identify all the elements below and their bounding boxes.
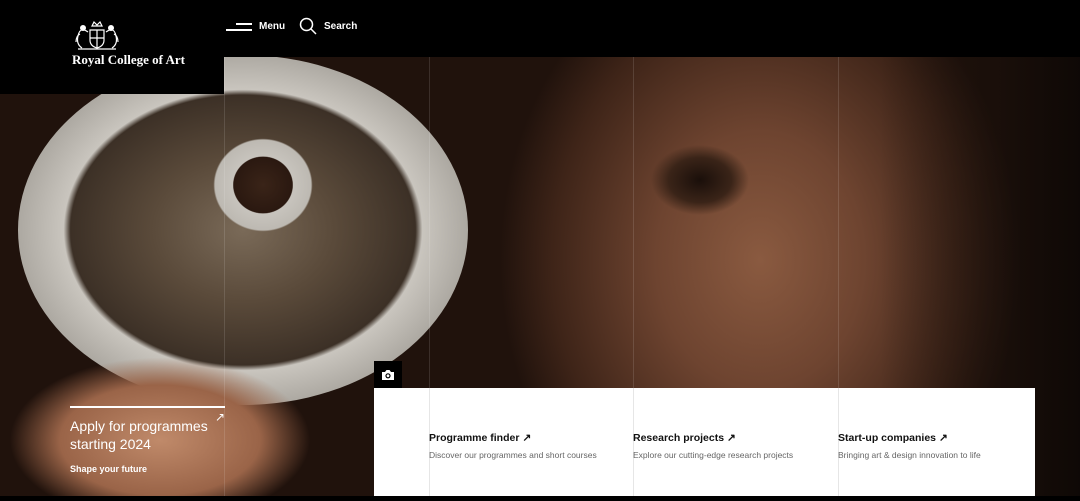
bottom-edge xyxy=(0,496,1080,501)
menu-button[interactable]: Menu xyxy=(226,16,285,36)
menu-icon xyxy=(226,20,252,32)
apply-link[interactable]: ↗ Apply for programmes starting 2024 Sha… xyxy=(70,406,225,474)
apply-divider xyxy=(70,406,225,408)
search-icon xyxy=(299,17,317,35)
arrow-up-right-icon: ↗ xyxy=(214,410,225,424)
search-label: Search xyxy=(324,20,358,32)
card-research-projects[interactable]: Research projects ↗ Explore our cutting-e… xyxy=(633,432,823,460)
card-description: Explore our cutting-edge research projec… xyxy=(633,450,794,460)
apply-subtitle: Shape your future xyxy=(70,463,148,474)
crest-logo-icon xyxy=(75,20,119,50)
card-programme-finder[interactable]: Programme finder ↗ Discover our programme… xyxy=(429,432,619,460)
camera-icon xyxy=(382,369,394,380)
arrow-up-right-icon: ↗ xyxy=(522,432,532,444)
arrow-up-right-icon: ↗ xyxy=(727,432,736,444)
card-title: Research projects ↗ xyxy=(633,432,736,444)
apply-title: Apply for programmes starting 2024 xyxy=(70,417,208,452)
card-title: Start-up companies ↗ xyxy=(838,432,948,444)
search-button[interactable]: Search xyxy=(299,16,357,36)
site-logo[interactable]: Royal College of Art xyxy=(0,0,224,94)
quick-links-panel: Programme finder ↗ Discover our programme… xyxy=(374,388,1035,496)
card-title: Programme finder ↗ xyxy=(429,432,532,444)
menu-label: Menu xyxy=(259,20,286,32)
logo-text: Royal College of Art xyxy=(72,52,186,67)
camera-button[interactable] xyxy=(374,361,402,388)
arrow-up-right-icon: ↗ xyxy=(939,432,948,444)
card-description: Discover our programmes and short course… xyxy=(429,450,597,460)
card-startup-companies[interactable]: Start-up companies ↗ Bringing art & desig… xyxy=(838,432,1028,460)
card-description: Bringing art & design innovation to life xyxy=(838,450,981,460)
